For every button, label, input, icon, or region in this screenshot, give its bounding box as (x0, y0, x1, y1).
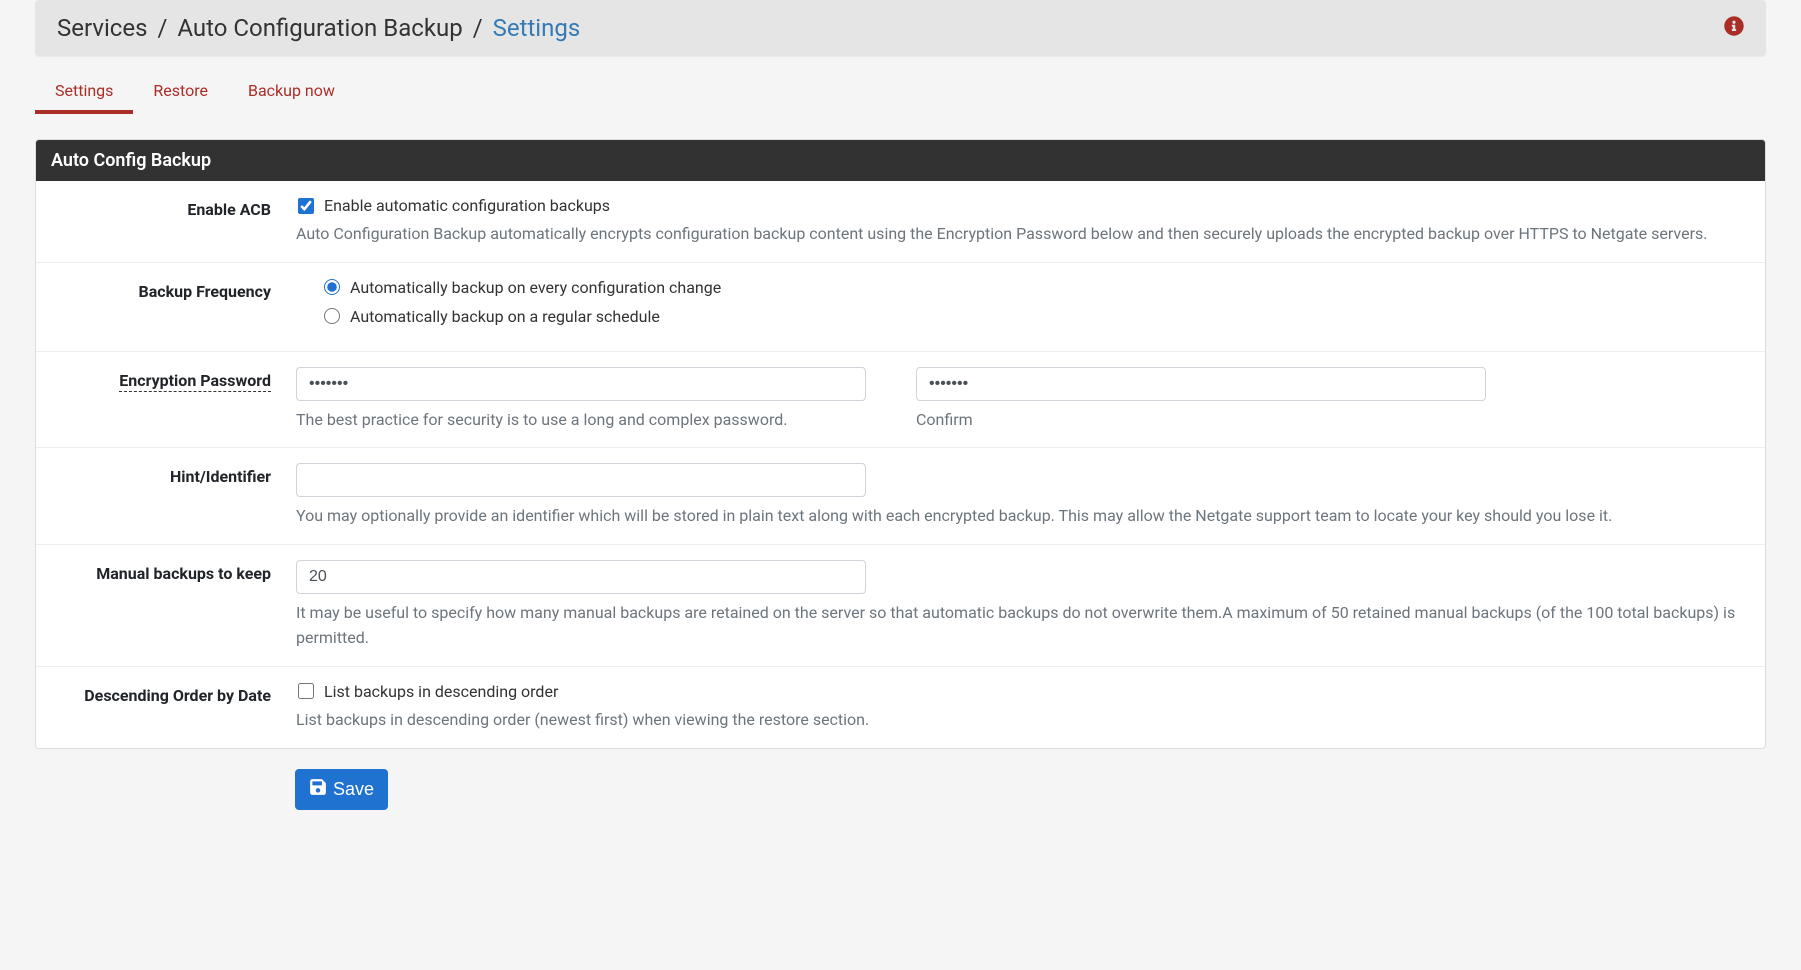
label-backup-frequency: Backup Frequency (46, 278, 296, 336)
tab-restore[interactable]: Restore (133, 71, 228, 114)
row-encryption-password: Encryption Password The best practice fo… (36, 352, 1765, 449)
label-encryption-password: Encryption Password (46, 367, 296, 433)
descending-checkbox-line[interactable]: List backups in descending order (296, 682, 1740, 701)
descending-checkbox[interactable] (298, 683, 314, 699)
row-backup-frequency: Backup Frequency Automatically backup on… (36, 263, 1765, 352)
encryption-password-input[interactable] (296, 367, 866, 401)
breadcrumb-panel: Services / Auto Configuration Backup / S… (35, 0, 1766, 56)
breadcrumb: Services / Auto Configuration Backup / S… (57, 14, 580, 42)
encryption-password-confirm-input[interactable] (916, 367, 1486, 401)
freq-every-option[interactable]: Automatically backup on every configurat… (296, 278, 1740, 297)
breadcrumb-current: Settings (493, 14, 581, 42)
encryption-password-confirm-help: Confirm (916, 407, 1486, 433)
label-descending: Descending Order by Date (46, 682, 296, 733)
row-hint: Hint/Identifier You may optionally provi… (36, 448, 1765, 545)
tab-backup-now[interactable]: Backup now (228, 71, 355, 114)
breadcrumb-acb[interactable]: Auto Configuration Backup (177, 14, 462, 42)
tab-settings[interactable]: Settings (35, 71, 133, 114)
freq-schedule-label: Automatically backup on a regular schedu… (350, 307, 660, 326)
tabs: Settings Restore Backup now (35, 71, 1766, 114)
save-button[interactable]: Save (295, 769, 388, 810)
label-manual-backups: Manual backups to keep (46, 560, 296, 651)
breadcrumb-services[interactable]: Services (57, 14, 147, 42)
label-enable-acb: Enable ACB (46, 196, 296, 247)
freq-schedule-radio[interactable] (324, 308, 340, 324)
manual-backups-help: It may be useful to specify how many man… (296, 600, 1740, 651)
descending-help: List backups in descending order (newest… (296, 707, 1740, 733)
manual-backups-input[interactable] (296, 560, 866, 594)
row-descending: Descending Order by Date List backups in… (36, 667, 1765, 748)
freq-every-label: Automatically backup on every configurat… (350, 278, 721, 297)
panel-title: Auto Config Backup (36, 140, 1765, 181)
freq-every-radio[interactable] (324, 279, 340, 295)
row-enable-acb: Enable ACB Enable automatic configuratio… (36, 181, 1765, 263)
row-manual-backups: Manual backups to keep It may be useful … (36, 545, 1765, 667)
hint-input[interactable] (296, 463, 866, 497)
enable-acb-checkbox-label: Enable automatic configuration backups (324, 196, 610, 215)
enable-acb-checkbox-line[interactable]: Enable automatic configuration backups (296, 196, 1740, 215)
encryption-password-help: The best practice for security is to use… (296, 407, 866, 433)
enable-acb-help: Auto Configuration Backup automatically … (296, 221, 1740, 247)
freq-schedule-option[interactable]: Automatically backup on a regular schedu… (296, 307, 1740, 326)
label-hint: Hint/Identifier (46, 463, 296, 529)
settings-panel: Auto Config Backup Enable ACB Enable aut… (35, 139, 1766, 749)
enable-acb-checkbox[interactable] (298, 198, 314, 214)
help-icon[interactable] (1724, 16, 1744, 40)
hint-help: You may optionally provide an identifier… (296, 503, 1740, 529)
descending-checkbox-label: List backups in descending order (324, 682, 558, 701)
save-button-label: Save (333, 779, 374, 800)
save-icon (309, 778, 327, 801)
form-actions: Save (35, 769, 1766, 810)
